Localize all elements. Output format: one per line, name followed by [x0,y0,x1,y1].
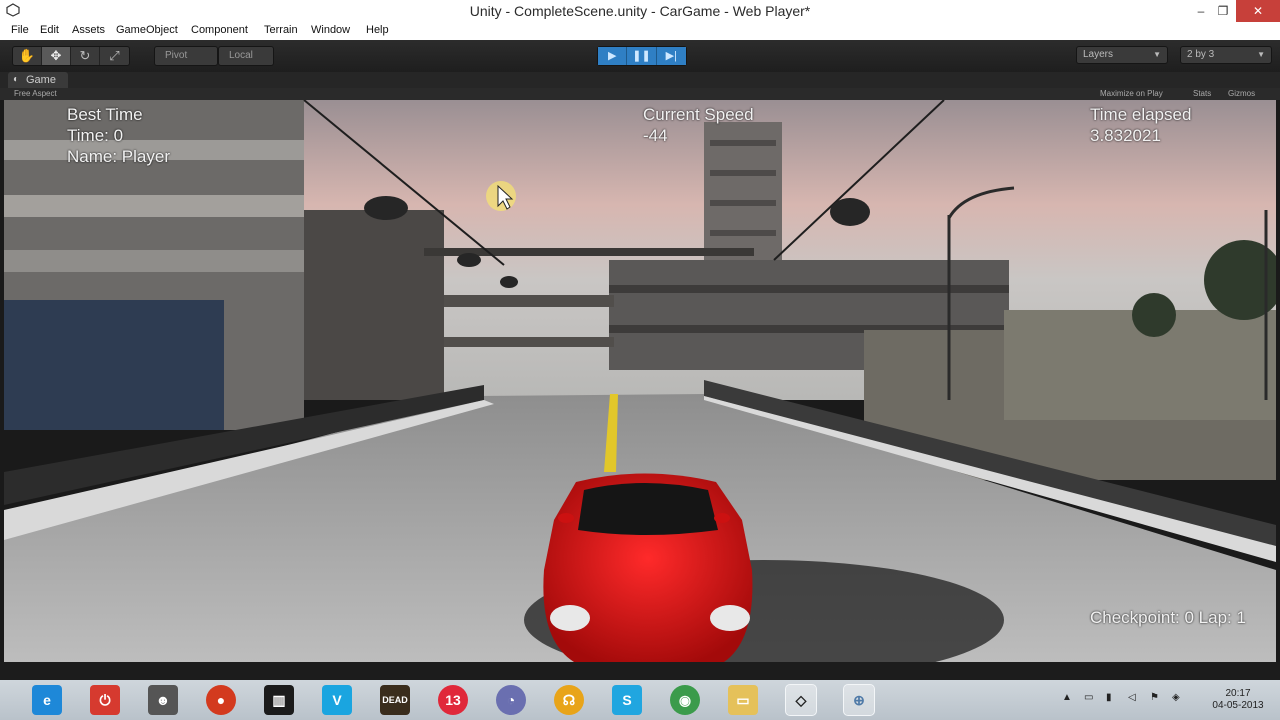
aspect-dropdown[interactable]: Free Aspect [14,89,57,98]
power-app-icon[interactable]: ⏻ [90,685,120,715]
headphones-app-icon[interactable]: ☊ [554,685,584,715]
menu-assets[interactable]: Assets [72,24,105,36]
unity-icon[interactable]: ◇ [785,684,817,716]
menu-terrain[interactable]: Terrain [264,24,298,36]
menu-window[interactable]: Window [311,24,350,36]
dead-game-icon[interactable]: DEAD [380,685,410,715]
status-bar [0,662,1280,680]
flag-icon[interactable]: ⚑ [1150,692,1159,703]
close-button[interactable]: ✕ [1236,0,1280,22]
speed-panel: Current Speed -44 [643,104,754,146]
elapsed-panel: Time elapsed 3.832021 [1090,104,1191,146]
clock-date: 04-05-2013 [1212,700,1264,711]
skype-icon[interactable]: S [612,685,642,715]
game-view-icon: ◐ [13,74,20,85]
best-time-value: Time: 0 [67,126,124,145]
signal-icon[interactable]: ▮ [1106,692,1112,703]
hand-icon[interactable]: ✋ [13,47,42,65]
network-tray-icon[interactable]: ◈ [1172,692,1180,703]
transform-tools: ✋ ✥ ↻ ⤢ [12,46,130,66]
local-label: Local [229,50,253,61]
tab-game-label: Game [26,74,56,86]
taskbar: e ⏻ ☻ ● ▥ V DEAD 13 ◔ ☊ S ◉ ▭ ◇ ⊕ ▲ ▭ ▮ … [0,680,1280,720]
player-car [543,473,753,662]
network-app-icon[interactable]: ⊕ [843,684,875,716]
tray-overflow-icon[interactable]: ▲ [1062,692,1072,703]
elapsed-value: 3.832021 [1090,126,1161,145]
checkpoint-lap-label: Checkpoint: 0 Lap: 1 [1090,608,1246,627]
layers-label: Layers [1083,49,1114,60]
chevron-down-icon: ▼ [1153,50,1161,59]
maximize-button[interactable]: ❐ [1208,0,1238,22]
clock[interactable]: 20:17 04-05-2013 [1208,688,1268,712]
chevron-down-icon: ▼ [1257,50,1265,59]
v-app-label: V [332,692,342,708]
move-icon[interactable]: ✥ [42,47,71,65]
chart-app-icon[interactable]: ◔ [496,685,526,715]
internet-explorer-icon[interactable]: e [32,685,62,715]
number13-label: 13 [445,692,461,708]
elapsed-title: Time elapsed [1090,105,1192,124]
pivot-label: Pivot [165,50,188,61]
clock-time: 20:17 [1225,688,1251,699]
battery-icon[interactable]: ▭ [1084,692,1093,703]
rotate-icon[interactable]: ↻ [71,47,100,65]
equalizer-app-icon[interactable]: ▥ [264,685,294,715]
v-app-icon[interactable]: V [322,685,352,715]
dead-game-label: DEAD [382,695,408,705]
menu-help[interactable]: Help [366,24,389,36]
window-title: Unity - CompleteScene.unity - CarGame - … [469,3,811,19]
best-time-title: Best Time [67,105,143,124]
game-viewport[interactable]: Best Time Time: 0 Name: Player Current S… [4,100,1276,662]
pivot-toggle[interactable]: Pivot [154,46,218,66]
local-toggle[interactable]: Local [218,46,274,66]
speed-title: Current Speed [643,105,754,124]
round-red-app-icon[interactable]: ● [206,685,236,715]
speed-value: -44 [643,126,668,145]
stats-toggle[interactable]: Stats [1193,89,1211,98]
best-time-panel: Best Time Time: 0 Name: Player [67,104,170,167]
chrome-icon[interactable]: ◉ [670,685,700,715]
tab-game[interactable]: ◐ Game [8,72,68,88]
menu-gameobject[interactable]: GameObject [116,24,178,36]
menu-file[interactable]: File [11,24,29,36]
playback-controls: ▶ ❚❚ ▶| [597,46,687,66]
pause-button[interactable]: ❚❚ [627,47,657,65]
layout-dropdown[interactable]: 2 by 3 ▼ [1180,46,1272,64]
menu-edit[interactable]: Edit [40,24,59,36]
best-time-name: Name: Player [67,147,170,166]
menu-bar: File Edit Assets GameObject Component Te… [0,22,1280,40]
hacker-app-icon[interactable]: ☻ [148,685,178,715]
step-button[interactable]: ▶| [656,47,686,65]
game-tab-bar: ◐ Game [0,72,1280,88]
gizmos-dropdown[interactable]: Gizmos [1228,89,1255,98]
menu-component[interactable]: Component [191,24,248,36]
window-title-bar: Unity - CompleteScene.unity - CarGame - … [0,0,1280,22]
play-button[interactable]: ▶ [598,47,628,65]
layout-label: 2 by 3 [1187,49,1215,60]
game-options-bar: Free Aspect Maximize on Play Stats Gizmo… [0,88,1280,100]
number13-app-icon[interactable]: 13 [438,685,468,715]
game-scene [4,100,1276,662]
maximize-on-play-toggle[interactable]: Maximize on Play [1100,89,1163,98]
layers-dropdown[interactable]: Layers ▼ [1076,46,1168,64]
folder-icon[interactable]: ▭ [728,685,758,715]
volume-icon[interactable]: ◁ [1128,692,1136,703]
scale-icon[interactable]: ⤢ [100,47,129,65]
skype-label: S [622,692,632,708]
